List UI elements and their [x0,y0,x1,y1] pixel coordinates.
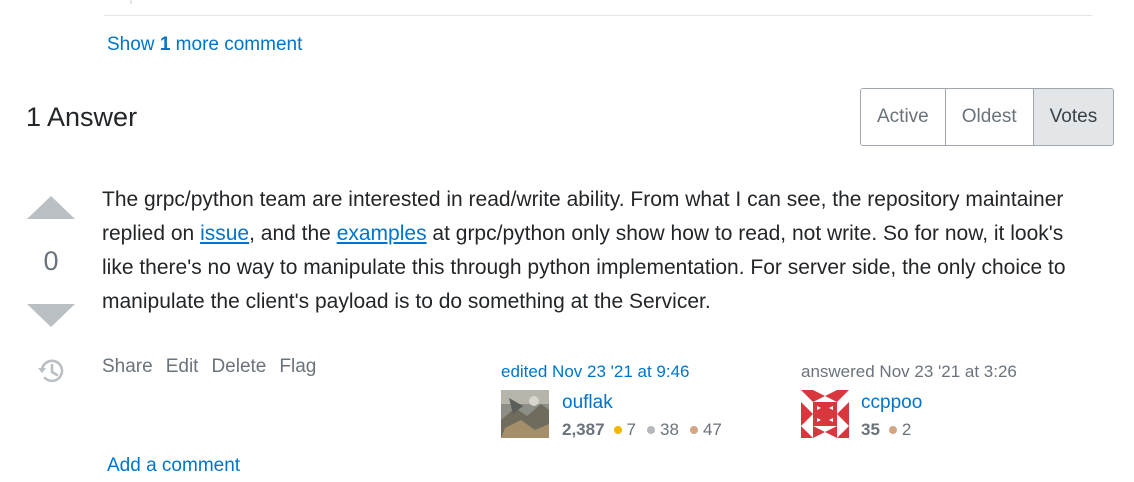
editor-bronze-count: 47 [702,420,722,439]
bronze-badge-icon [888,426,897,434]
editor-avatar[interactable] [501,390,549,438]
upvote-arrow-icon[interactable] [27,196,75,219]
show-more-comments-link[interactable]: Show 1 more comment [107,34,302,56]
show-more-count: 1 [159,34,171,55]
post-actions: Share Edit Delete Flag [102,356,316,378]
author-reputation: 35 2 [861,420,917,440]
author-username-link[interactable]: ccppoo [861,392,922,414]
sort-tab-active[interactable]: Active [861,89,946,145]
sort-tab-oldest[interactable]: Oldest [945,89,1034,145]
vote-score: 0 [43,246,59,276]
edited-timestamp-link[interactable]: edited Nov 23 '21 at 9:46 [501,362,690,382]
author-identicon-avatar[interactable] [801,390,849,438]
edit-link[interactable]: Edit [166,356,199,378]
editor-gold-count: 7 [626,420,637,439]
editor-silver-count: 38 [660,420,679,439]
silver-badge-icon [647,426,656,434]
answer-body: The grpc/python team are interested in r… [102,183,1092,319]
show-more-prefix: Show [107,34,155,55]
issue-link[interactable]: issue [200,222,249,245]
author-bronze-count: 2 [901,420,912,439]
sort-tab-votes[interactable]: Votes [1033,89,1114,145]
flag-link[interactable]: Flag [279,356,316,378]
answers-count-heading: 1 Answer [26,102,138,132]
comments-divider [104,15,1092,16]
show-more-suffix: more comment [175,34,303,55]
bronze-badge-icon [689,426,698,434]
answer-sort-tabs: Active Oldest Votes [860,88,1115,146]
editor-reputation: 2,387 7 38 47 [562,420,728,440]
share-link[interactable]: Share [102,356,153,378]
add-comment-link[interactable]: Add a comment [107,455,240,477]
editor-rep-score: 2,387 [562,420,605,439]
comment-thread-edge [130,0,132,4]
examples-link[interactable]: examples [337,222,427,245]
gold-badge-icon [613,426,622,434]
downvote-arrow-icon[interactable] [27,304,75,327]
answered-timestamp: answered Nov 23 '21 at 3:26 [801,362,1017,381]
answer-text-2: , and the [249,222,337,245]
history-icon[interactable] [36,356,66,386]
delete-link[interactable]: Delete [211,356,266,378]
editor-username-link[interactable]: ouflak [562,392,613,414]
author-rep-score: 35 [861,420,880,439]
